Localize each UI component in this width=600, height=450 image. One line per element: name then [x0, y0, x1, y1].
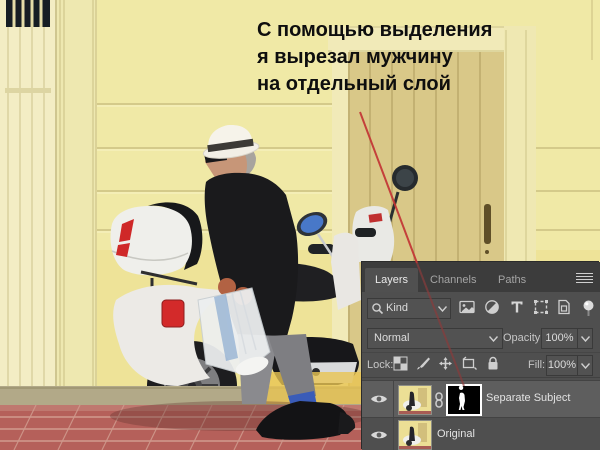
- lock-artboard-icon[interactable]: [461, 356, 479, 374]
- pilaster: [57, 0, 97, 392]
- lock-row: Lock: Fill: 100%: [362, 353, 600, 378]
- tab-channels[interactable]: Channels: [420, 268, 486, 292]
- chevron-down-icon: [489, 336, 498, 342]
- blend-row: Normal Opacity: 100%: [362, 324, 600, 353]
- blend-mode-value: Normal: [374, 332, 410, 344]
- left-door: [0, 0, 57, 398]
- top-box: [110, 206, 192, 276]
- layer-thumbnail[interactable]: [398, 385, 432, 415]
- mask-thumbnail[interactable]: [446, 384, 482, 416]
- annotation-line-3: на отдельный слой: [257, 73, 451, 95]
- eye-icon[interactable]: [370, 429, 388, 441]
- opacity-dropdown-chevron[interactable]: [578, 328, 593, 349]
- chevron-down-icon: [580, 336, 590, 342]
- annotation-line-1: С помощью выделения: [257, 19, 493, 41]
- lock-position-icon[interactable]: [438, 356, 456, 374]
- opacity-label: Opacity:: [503, 332, 544, 344]
- tail-light: [161, 299, 185, 328]
- opacity-value[interactable]: 100%: [541, 328, 578, 349]
- filter-kind-dropdown[interactable]: Kind: [367, 298, 451, 319]
- tab-layers[interactable]: Layers: [365, 268, 419, 292]
- filter-pin-icon[interactable]: [581, 299, 599, 318]
- layer-row-original[interactable]: Original: [362, 418, 600, 450]
- search-icon: [372, 303, 384, 315]
- fill-dropdown-chevron[interactable]: [578, 355, 593, 376]
- annotation-text: С помощью выделения я вырезал мужчину на…: [257, 17, 492, 98]
- link-icon: [435, 392, 443, 408]
- blend-mode-dropdown[interactable]: Normal: [367, 328, 503, 349]
- chevron-down-icon: [438, 306, 447, 312]
- pixel-filter-icon[interactable]: [459, 299, 477, 318]
- layer-row-separate-subject[interactable]: Separate Subject: [362, 380, 600, 418]
- layer-name: Original: [437, 428, 475, 440]
- adjustment-filter-icon[interactable]: [484, 299, 502, 318]
- layer-thumbnail[interactable]: [398, 420, 432, 450]
- type-filter-icon[interactable]: [509, 299, 527, 318]
- panel-tab-bar: Layers Channels Paths: [362, 262, 600, 292]
- lock-paint-icon[interactable]: [416, 356, 434, 374]
- filter-kind-label: Kind: [386, 302, 409, 314]
- smart-object-filter-icon[interactable]: [556, 299, 574, 318]
- layer-name: Separate Subject: [486, 392, 571, 404]
- lock-transparency-icon[interactable]: [393, 356, 411, 374]
- chevron-down-icon: [580, 363, 590, 369]
- filter-row: Kind: [362, 292, 600, 324]
- annotation-line-2: я вырезал мужчину: [257, 46, 453, 68]
- screenshot: С помощью выделения я вырезал мужчину на…: [0, 0, 600, 450]
- panel-menu-icon[interactable]: [576, 271, 593, 284]
- eye-icon[interactable]: [370, 393, 388, 405]
- layers-panel: Layers Channels Paths Kind Normal Opacit…: [362, 262, 600, 450]
- shape-filter-icon[interactable]: [533, 299, 551, 318]
- lock-all-icon[interactable]: [486, 356, 504, 374]
- door-handle: [484, 204, 491, 244]
- tab-paths[interactable]: Paths: [488, 268, 536, 292]
- fill-label: Fill:: [528, 359, 546, 371]
- layer-list: Separate Subject Original: [362, 378, 600, 450]
- lock-label: Lock:: [367, 359, 394, 371]
- fill-value[interactable]: 100%: [546, 355, 578, 376]
